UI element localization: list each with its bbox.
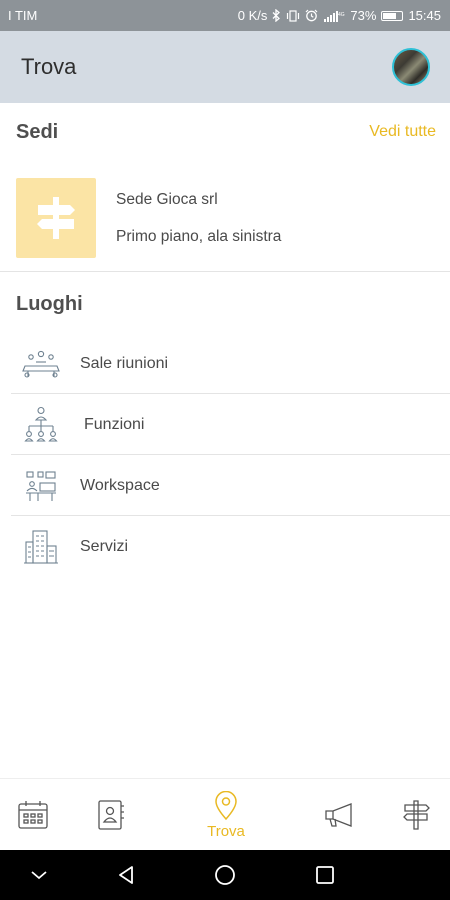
system-navigation-bar [0, 850, 450, 900]
sedi-header: Sedi Vedi tutte [0, 108, 450, 156]
avatar[interactable] [392, 48, 430, 86]
bottom-navigation: Trova [0, 778, 450, 850]
signal-icon: 4G [324, 10, 345, 22]
calendar-icon [18, 801, 48, 829]
status-icons: 0 K/s 4G 73% 15:45 [238, 8, 441, 23]
carrier-label: I TIM [8, 8, 38, 23]
battery-percent: 73% [350, 8, 377, 23]
nav-announcements[interactable] [322, 779, 358, 851]
divider [0, 271, 450, 272]
sede-name: Sede Gioca srl [116, 190, 218, 208]
meeting-room-icon [21, 344, 61, 384]
org-chart-icon [21, 405, 61, 445]
sede-thumbnail [16, 178, 96, 258]
vibrate-icon [287, 9, 300, 22]
alarm-icon [305, 9, 318, 22]
list-item-label: Servizi [80, 537, 129, 555]
nav-label-trova: Trova [207, 822, 245, 840]
recents-button[interactable] [312, 850, 338, 900]
sede-card[interactable]: Sede Gioca srl Primo piano, ala sinistra [0, 164, 450, 272]
nav-contacts[interactable] [93, 779, 129, 851]
chevron-down-icon [31, 871, 47, 880]
network-speed: 0 K/s [237, 8, 268, 23]
megaphone-icon [325, 803, 352, 827]
list-item-funzioni[interactable]: Funzioni [0, 394, 450, 455]
sedi-title: Sedi [16, 120, 59, 143]
signpost-icon [403, 800, 430, 830]
list-item-label: Funzioni [84, 415, 145, 433]
battery-icon [381, 10, 404, 21]
page-title: Trova [21, 54, 77, 79]
nav-trova[interactable]: Trova [196, 779, 256, 851]
sede-description: Primo piano, ala sinistra [116, 227, 282, 245]
list-item-servizi[interactable]: Servizi [0, 516, 450, 577]
contacts-icon [98, 800, 124, 830]
building-icon [21, 527, 61, 567]
nav-sedi[interactable] [398, 779, 434, 851]
recents-square-icon [316, 866, 334, 884]
list-item-sale-riunioni[interactable]: Sale riunioni [0, 333, 450, 394]
workspace-icon [21, 466, 61, 506]
nav-calendar[interactable] [14, 779, 52, 851]
status-bar: I TIM 0 K/s 4G 73% 15:45 [0, 0, 450, 31]
location-pin-icon [215, 790, 237, 820]
list-item-label: Workspace [80, 476, 160, 494]
svg-text:4G: 4G [338, 12, 345, 18]
list-item-label: Sale riunioni [80, 354, 169, 372]
clock: 15:45 [408, 8, 441, 23]
app-bar: Trova [0, 31, 450, 103]
back-button[interactable] [113, 850, 139, 900]
home-circle-icon [215, 865, 235, 885]
collapse-button[interactable] [26, 850, 52, 900]
luoghi-title: Luoghi [16, 292, 83, 315]
home-button[interactable] [212, 850, 238, 900]
list-item-workspace[interactable]: Workspace [0, 455, 450, 516]
signpost-icon [37, 197, 75, 239]
luoghi-header: Luoghi [0, 280, 450, 328]
bluetooth-icon [272, 9, 281, 22]
back-triangle-icon [119, 866, 133, 884]
see-all-link[interactable]: Vedi tutte [369, 123, 436, 141]
